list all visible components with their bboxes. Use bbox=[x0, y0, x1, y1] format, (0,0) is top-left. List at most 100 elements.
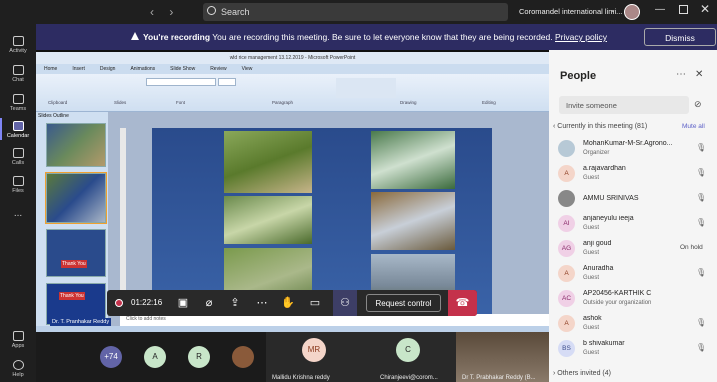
share-invite-icon[interactable]: ⊘ bbox=[694, 99, 702, 110]
banner-message: You're recording You are recording this … bbox=[143, 32, 607, 42]
rail-files[interactable]: Files bbox=[0, 176, 36, 194]
dismiss-button[interactable]: Dismiss bbox=[644, 28, 716, 46]
share-screen-icon[interactable]: ⇪ bbox=[228, 296, 242, 310]
rail-chat[interactable]: Chat bbox=[0, 65, 36, 83]
avatar[interactable] bbox=[624, 4, 640, 20]
person-row[interactable]: MohanKumar-M-Sr.Agrono... Organizer 🎙︎ bbox=[549, 136, 717, 162]
chat-icon[interactable]: ▭ bbox=[308, 296, 322, 310]
more-icon[interactable]: ⋯ bbox=[255, 296, 269, 310]
search-icon bbox=[207, 6, 216, 15]
thumb-label: Thank You bbox=[61, 260, 87, 268]
rail-help[interactable]: Help bbox=[0, 360, 36, 378]
person-row[interactable]: AMMU SRINIVAS 🎙︎ bbox=[549, 186, 717, 212]
person-name: anji goud bbox=[583, 240, 612, 247]
tile-name: Dr T. Prabhakar Reddy (B... bbox=[462, 375, 536, 381]
tile-name: Mallidu Krishna reddy bbox=[272, 375, 330, 381]
more-icon[interactable]: ⋯ bbox=[676, 69, 686, 80]
teams-icon bbox=[12, 94, 24, 104]
rail-activity[interactable]: Activity bbox=[0, 36, 36, 54]
rail-more[interactable]: ... bbox=[0, 208, 36, 219]
ribbon-group: Paragraph bbox=[272, 100, 294, 105]
person-row[interactable]: A a.rajavardhan Guest 🎙︎ bbox=[549, 161, 717, 187]
section-header[interactable]: ‹ Currently in this meeting (81) bbox=[553, 123, 647, 130]
close-icon[interactable]: ✕ bbox=[695, 69, 703, 80]
warning-icon bbox=[131, 32, 139, 40]
rail-apps[interactable]: Apps bbox=[0, 331, 36, 349]
people-icon[interactable]: ⚇ bbox=[333, 290, 357, 316]
privacy-policy-link[interactable]: Privacy policy bbox=[555, 32, 607, 42]
font-box bbox=[146, 78, 216, 86]
rail-label: Chat bbox=[12, 77, 24, 83]
person-row[interactable]: A Anuradha Guest 🎙︎ bbox=[549, 261, 717, 287]
minimize-icon[interactable]: — bbox=[655, 4, 665, 15]
participant-avatar: C bbox=[396, 338, 420, 362]
avatar: AC bbox=[558, 290, 575, 307]
meeting-toolbar: 01:22:16 ▣ ⌀ ⇪ ⋯ ✋ ▭ ⚇ Request control ☎ bbox=[107, 290, 477, 316]
participant-tile[interactable]: MR Mallidu Krishna reddy bbox=[266, 332, 374, 382]
person-role: Guest bbox=[583, 175, 600, 181]
person-row[interactable]: AC AP20456-KARTHIK C Outside your organi… bbox=[549, 286, 717, 312]
participant-photo[interactable] bbox=[232, 346, 254, 368]
ribbon-group: Drawing bbox=[400, 100, 417, 105]
rail-calendar[interactable]: Calendar bbox=[0, 121, 36, 139]
chevron-down-icon[interactable]: ⌄ bbox=[610, 6, 616, 14]
people-panel: People ⋯ ✕ Invite someone ⊘ ‹ Currently … bbox=[549, 50, 717, 382]
on-hold-status: On hold bbox=[680, 244, 703, 251]
maximize-icon[interactable] bbox=[679, 5, 688, 14]
person-name: AP20456-KARTHIK C bbox=[583, 290, 652, 297]
person-name: Anuradha bbox=[583, 265, 614, 272]
slide-thumb-selected bbox=[45, 172, 107, 224]
slide-photo bbox=[224, 196, 312, 244]
slide-thumb bbox=[46, 123, 106, 167]
person-row[interactable]: BS b shivakumar Guest 🎙︎ bbox=[549, 336, 717, 362]
rail-label: Files bbox=[12, 188, 24, 194]
invite-input[interactable]: Invite someone bbox=[559, 96, 689, 114]
participant-video[interactable]: Dr T. Prabhakar Reddy (B... bbox=[456, 332, 549, 382]
ribbon-group: Clipboard bbox=[48, 100, 68, 105]
overflow-count[interactable]: +74 bbox=[100, 346, 122, 368]
close-icon[interactable]: ✕ bbox=[700, 2, 710, 16]
person-role: Guest bbox=[583, 225, 600, 231]
avatar: A bbox=[558, 265, 575, 282]
ppt-ribbon: Clipboard Slides Font Paragraph Drawing … bbox=[36, 74, 549, 112]
slides-outline-tabs: Slides Outline bbox=[38, 113, 69, 119]
person-role: Outside your organization bbox=[583, 300, 652, 306]
app-rail: Activity Chat Teams Calendar Calls Files… bbox=[0, 24, 36, 382]
person-row[interactable]: AG anji goud Guest On hold bbox=[549, 236, 717, 262]
ppt-tab: Design bbox=[99, 66, 116, 72]
rail-active-indicator bbox=[0, 118, 2, 140]
rail-teams[interactable]: Teams bbox=[0, 94, 36, 112]
hang-up-button[interactable]: ☎ bbox=[448, 290, 477, 316]
rail-label: Apps bbox=[11, 343, 25, 349]
participant-avatar[interactable]: A bbox=[144, 346, 166, 368]
apps-icon bbox=[12, 331, 24, 341]
avatar: A bbox=[558, 165, 575, 182]
mic-off-icon[interactable]: ⌀ bbox=[202, 296, 216, 310]
others-invited-header[interactable]: › Others invited (4) bbox=[553, 370, 611, 377]
search-input[interactable]: Search bbox=[203, 3, 508, 21]
request-control-button[interactable]: Request control bbox=[366, 294, 441, 312]
phone-icon: ☎ bbox=[455, 297, 470, 309]
nav-arrows[interactable]: ‹ › bbox=[150, 5, 179, 19]
person-row[interactable]: A ashok Guest 🎙︎ bbox=[549, 311, 717, 337]
rail-calls[interactable]: Calls bbox=[0, 148, 36, 166]
mic-off-icon: 🎙︎ bbox=[696, 168, 707, 177]
ribbon-group: Editing bbox=[482, 100, 496, 105]
mute-all-button[interactable]: Mute all bbox=[682, 123, 705, 130]
participant-avatar[interactable]: R bbox=[188, 346, 210, 368]
person-row[interactable]: AI anjaneyulu ieeja Guest 🎙︎ bbox=[549, 211, 717, 237]
ppt-tab: View bbox=[241, 66, 253, 72]
camera-off-icon[interactable]: ▣ bbox=[176, 296, 190, 310]
person-role: Guest bbox=[583, 325, 600, 331]
slide-thumb: Thank You bbox=[46, 229, 106, 277]
participant-tile[interactable]: C Chiranjeevi@corom... bbox=[374, 332, 456, 382]
person-role: Organizer bbox=[583, 150, 610, 156]
org-name[interactable]: Coromandel international limi... bbox=[519, 7, 622, 16]
ribbon-group: Slides bbox=[114, 100, 127, 105]
raise-hand-icon[interactable]: ✋ bbox=[281, 296, 295, 310]
chat-icon bbox=[12, 65, 24, 75]
search-placeholder: Search bbox=[221, 7, 250, 17]
person-name: ashok bbox=[583, 315, 602, 322]
participant-strip: +74 A R MR Mallidu Krishna reddy C Chira… bbox=[36, 332, 549, 382]
rail-label: Help bbox=[12, 372, 24, 378]
